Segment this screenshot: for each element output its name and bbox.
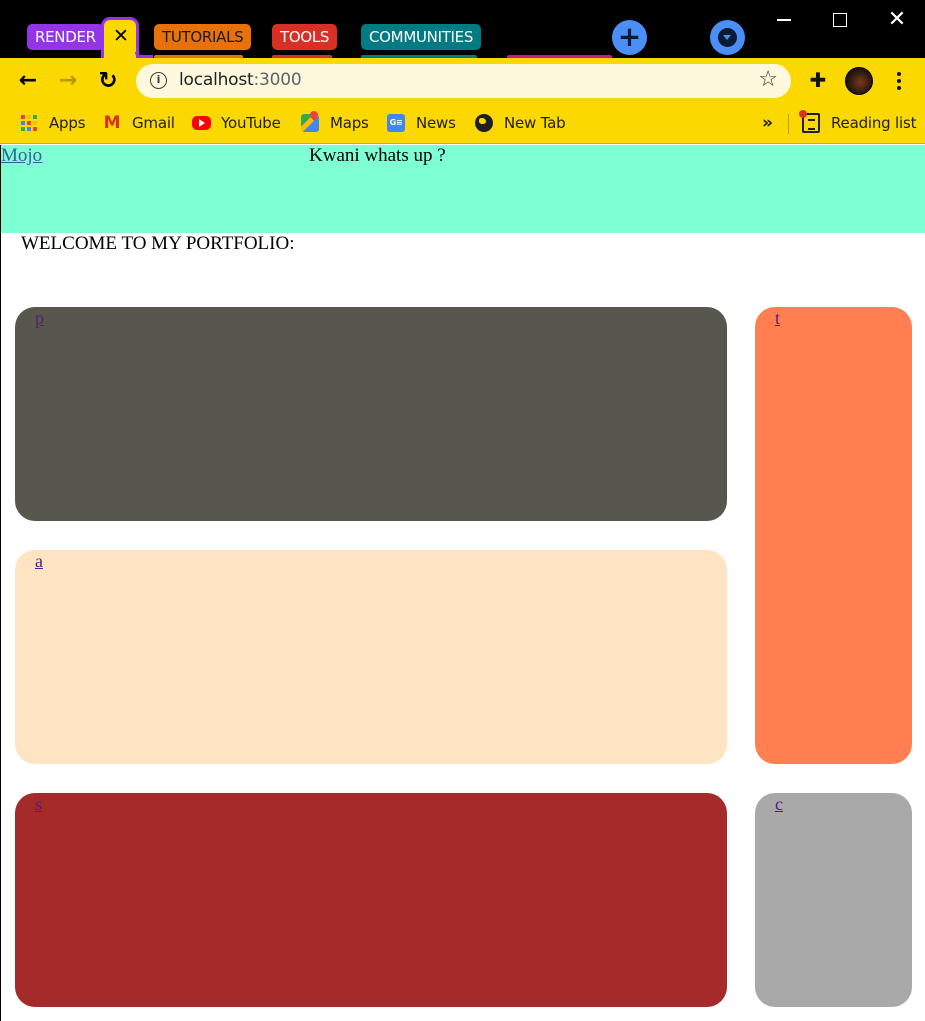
portfolio-card-t: t	[755, 307, 912, 764]
apps-grid-icon	[20, 114, 38, 132]
tab-group-tutorials[interactable]: TUTORIALS	[154, 24, 252, 50]
tab-search-button[interactable]	[710, 20, 745, 55]
portfolio-card-p: p	[15, 307, 727, 521]
bookmarks-bar: Apps M Gmail YouTube Maps G≡ News New Ta…	[0, 104, 925, 144]
site-header: Mojo Kwani whats up ?	[1, 145, 925, 233]
close-window-icon[interactable]: ✕	[883, 6, 911, 34]
portfolio-card-a: a	[15, 550, 727, 764]
logo-link[interactable]: Mojo	[1, 145, 42, 167]
maximize-icon[interactable]	[826, 6, 854, 34]
card-link-c[interactable]: c	[775, 793, 783, 815]
bookmark-label: News	[416, 114, 456, 132]
bookmark-label: Apps	[49, 114, 86, 132]
portfolio-card-s: s	[15, 793, 727, 1007]
card-link-s[interactable]: s	[35, 793, 42, 815]
tab-group-tools[interactable]: TOOLS	[272, 24, 338, 50]
address-bar[interactable]: i localhost:3000 ☆	[136, 64, 791, 98]
bookmark-label: New Tab	[504, 114, 566, 132]
portfolio-card-c: c	[755, 793, 912, 1007]
back-arrow-icon[interactable]: ←	[15, 68, 41, 94]
url-host: localhost	[179, 70, 254, 90]
bookmark-star-icon[interactable]: ☆	[758, 67, 778, 92]
kebab-menu-icon[interactable]	[889, 70, 909, 92]
card-link-t[interactable]: t	[775, 307, 780, 329]
youtube-icon	[192, 116, 211, 130]
new-tab-button[interactable]: +	[612, 20, 647, 55]
tab-group-communities[interactable]: COMMUNITIES	[361, 24, 482, 50]
extensions-puzzle-icon[interactable]: ✚	[807, 69, 829, 91]
news-icon: G≡	[387, 114, 405, 132]
page-viewport: Mojo Kwani whats up ? WELCOME TO MY PORT…	[0, 145, 925, 1021]
site-tagline: Kwani whats up ?	[309, 145, 446, 166]
site-info-icon[interactable]: i	[150, 72, 167, 89]
reload-icon[interactable]: ↻	[95, 68, 121, 94]
globe-icon	[475, 114, 493, 132]
browser-toolbar: ← → ↻ i localhost:3000 ☆ ✚	[0, 58, 925, 104]
close-tab-icon[interactable]: ✕	[113, 26, 129, 46]
tab-strip: RENDER ✕ TUTORIALS TOOLS COMMUNITIES + ✕	[0, 0, 925, 58]
chevron-down-icon	[718, 28, 737, 47]
reading-list-icon[interactable]	[799, 110, 820, 133]
forward-arrow-icon[interactable]: →	[55, 68, 81, 94]
bookmark-label: Gmail	[132, 114, 175, 132]
bookmark-label: Maps	[330, 114, 369, 132]
bookmark-label: YouTube	[221, 114, 281, 132]
page-title: WELCOME TO MY PORTFOLIO:	[21, 233, 295, 254]
tab-group-render[interactable]: RENDER	[27, 24, 104, 50]
minimize-icon[interactable]	[770, 6, 798, 34]
gmail-icon: M	[103, 113, 121, 133]
card-link-a[interactable]: a	[35, 550, 43, 572]
active-tab[interactable]: ✕	[101, 17, 139, 58]
reading-list-button[interactable]: Reading list	[831, 112, 916, 134]
url-text[interactable]: localhost:3000	[179, 70, 302, 90]
card-link-p[interactable]: p	[35, 307, 44, 329]
bookmarks-overflow-icon[interactable]: »	[762, 112, 773, 134]
url-port: :3000	[253, 70, 302, 90]
bookmarks-divider	[788, 114, 789, 134]
profile-avatar[interactable]	[845, 67, 873, 95]
maps-icon	[301, 114, 319, 132]
